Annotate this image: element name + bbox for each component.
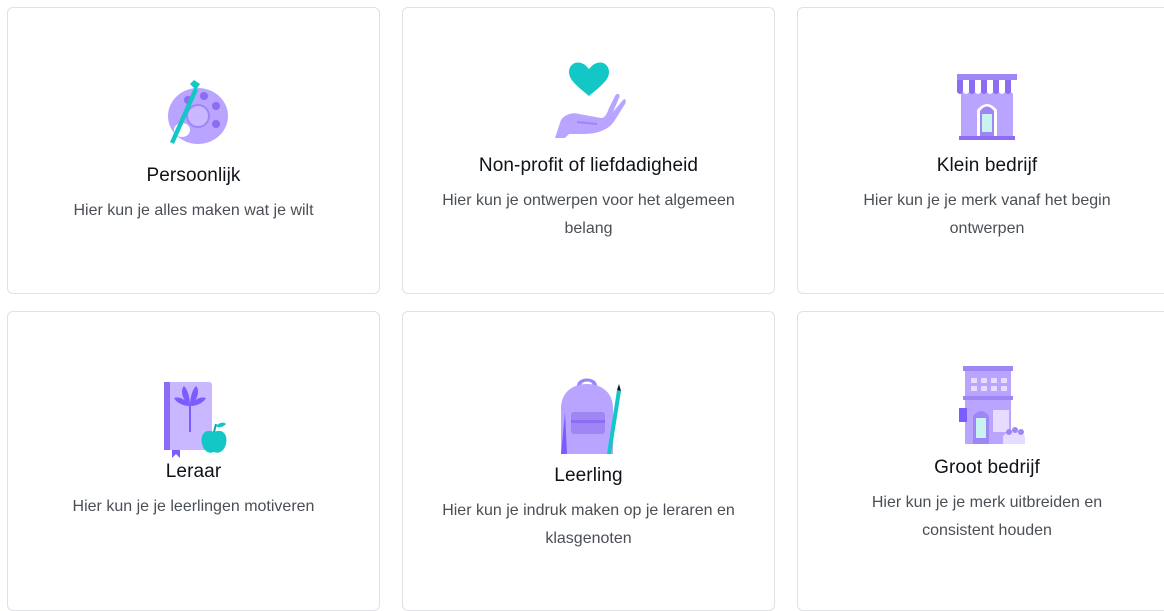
card-personal[interactable]: Persoonlijk Hier kun je alles maken wat … — [7, 7, 380, 294]
card-description: Hier kun je je merk uitbreiden en consis… — [871, 494, 1103, 539]
card-description: Hier kun je ontwerpen voor het algemeen … — [442, 192, 735, 237]
card-small-business[interactable]: Klein bedrijf Hier kun je je merk vanaf … — [797, 7, 1164, 294]
palette-icon — [167, 80, 228, 144]
card-teacher[interactable]: Leraar Hier kun je je leerlingen motiver… — [7, 311, 380, 611]
card-title: Persoonlijk — [146, 165, 241, 186]
storefront-icon — [957, 74, 1017, 140]
card-title: Klein bedrijf — [936, 155, 1038, 176]
book-apple-icon — [163, 382, 226, 458]
card-description: Hier kun je je merk vanaf het begin ontw… — [863, 192, 1111, 237]
card-title: Non-profit of liefdadigheid — [478, 155, 699, 176]
card-title: Leerling — [554, 465, 623, 486]
card-nonprofit[interactable]: Non-profit of liefdadigheid Hier kun je … — [402, 7, 775, 294]
heart-hand-icon — [554, 62, 626, 138]
card-student[interactable]: Leerling Hier kun je indruk maken op je … — [402, 311, 775, 611]
office-building-icon — [959, 366, 1025, 444]
card-title: Leraar — [165, 461, 222, 482]
backpack-icon — [560, 378, 621, 454]
card-description: Hier kun je alles maken wat je wilt — [73, 202, 314, 219]
card-large-business[interactable]: Groot bedrijf Hier kun je je merk uitbre… — [797, 311, 1164, 611]
card-description: Hier kun je je leerlingen motiveren — [72, 498, 315, 515]
card-description: Hier kun je indruk maken op je leraren e… — [442, 502, 735, 547]
card-title: Groot bedrijf — [934, 457, 1040, 478]
